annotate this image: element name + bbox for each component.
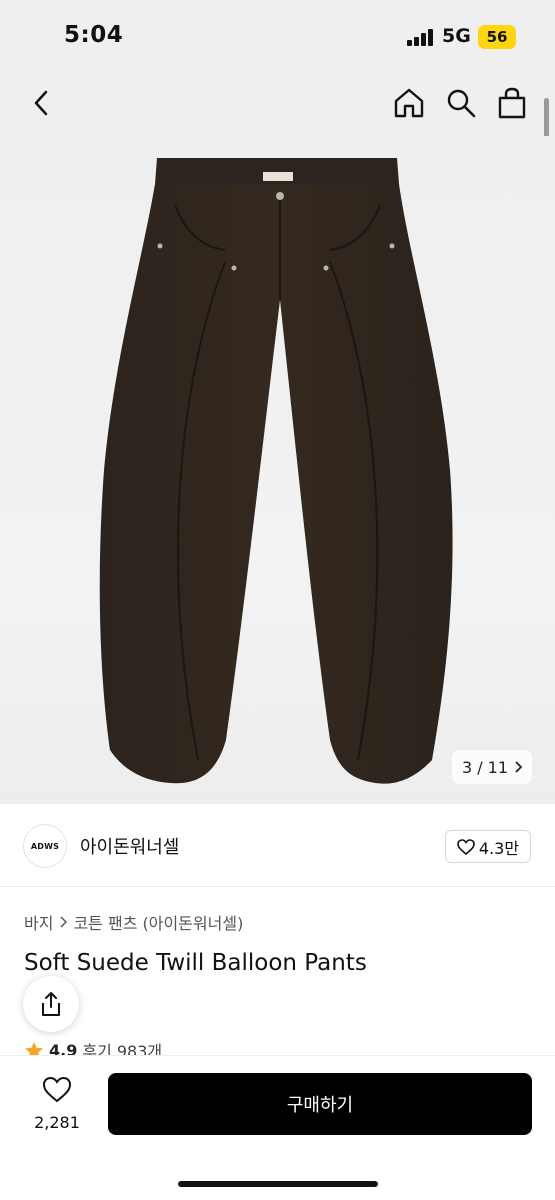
wishlist-button[interactable]: 2,281 bbox=[30, 1076, 84, 1132]
wishlist-count: 2,281 bbox=[34, 1113, 80, 1132]
brand-like-count: 4.3만 bbox=[478, 838, 520, 858]
network-type: 5G bbox=[442, 25, 471, 47]
breadcrumb-subcategory[interactable]: 코튼 팬츠 (아이돈워너셀) bbox=[73, 910, 243, 934]
share-icon bbox=[42, 992, 60, 1016]
product-photo bbox=[99, 158, 453, 784]
home-icon bbox=[394, 88, 424, 118]
search-button[interactable] bbox=[438, 80, 484, 126]
battery-icon: 56 bbox=[478, 25, 516, 49]
chevron-left-icon bbox=[34, 90, 48, 116]
home-button[interactable] bbox=[386, 80, 432, 126]
chevron-right-icon bbox=[515, 761, 523, 773]
status-bar: 5:04 5G 56 bbox=[0, 0, 555, 72]
status-time: 5:04 bbox=[64, 22, 124, 48]
image-counter[interactable]: 3 / 11 bbox=[452, 750, 532, 784]
breadcrumb-category[interactable]: 바지 bbox=[24, 910, 53, 934]
bag-icon bbox=[498, 87, 526, 119]
brand-row[interactable]: ADWS 아이돈워너셀 4.3만 bbox=[0, 805, 555, 887]
image-counter-text: 3 / 11 bbox=[461, 757, 509, 777]
home-indicator bbox=[178, 1181, 378, 1187]
purchase-bar: 2,281 구매하기 bbox=[0, 1055, 555, 1200]
brand-name[interactable]: 아이돈워너셀 bbox=[80, 833, 179, 859]
search-icon bbox=[447, 89, 476, 118]
brand-like-button[interactable]: 4.3만 bbox=[445, 830, 531, 863]
heart-icon bbox=[42, 1076, 72, 1103]
breadcrumb: 바지 코튼 팬츠 (아이돈워너셀) bbox=[24, 910, 243, 934]
top-nav bbox=[0, 72, 555, 136]
brand-logo[interactable]: ADWS bbox=[23, 824, 67, 868]
signal-icon bbox=[407, 29, 435, 46]
product-title: Soft Suede Twill Balloon Pants bbox=[24, 950, 367, 976]
heart-icon bbox=[457, 838, 475, 855]
cart-button[interactable] bbox=[489, 80, 535, 126]
share-button[interactable] bbox=[23, 976, 79, 1032]
chevron-right-icon bbox=[60, 916, 68, 928]
product-image-carousel[interactable]: 3 / 11 bbox=[0, 136, 555, 804]
back-button[interactable] bbox=[18, 80, 64, 126]
buy-button[interactable]: 구매하기 bbox=[108, 1073, 532, 1135]
